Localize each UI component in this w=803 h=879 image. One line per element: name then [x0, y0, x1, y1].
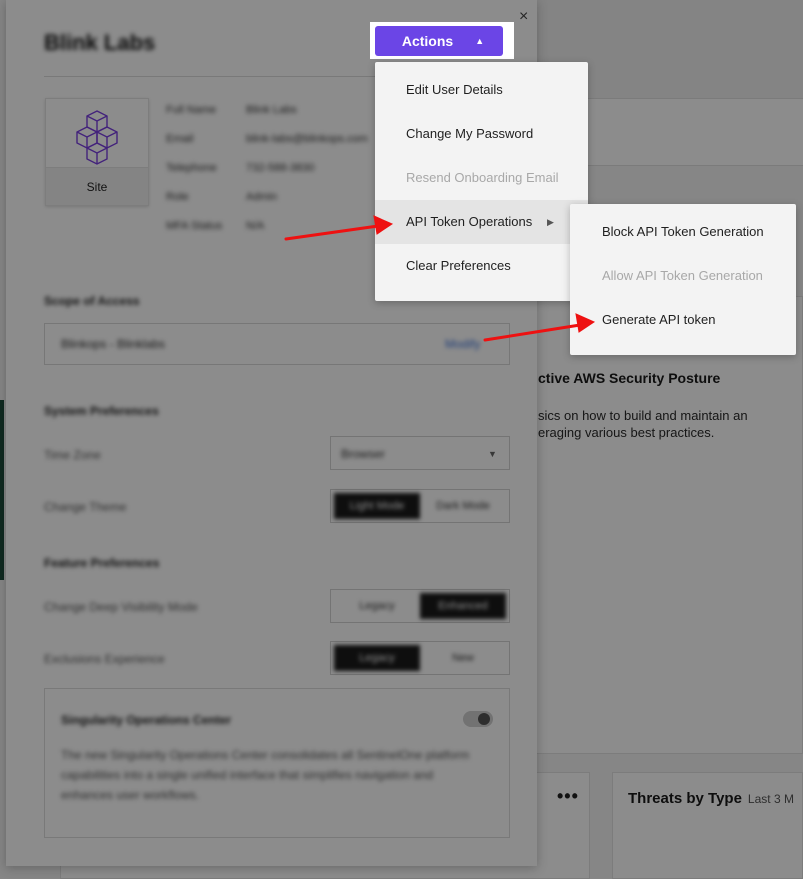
menu-item-resend-onboarding[interactable]: Resend Onboarding Email — [375, 156, 588, 200]
menu-item-change-password[interactable]: Change My Password — [375, 112, 588, 156]
menu-item-clear-preferences[interactable]: Clear Preferences — [375, 244, 588, 288]
menu-item-label: API Token Operations — [406, 214, 533, 229]
submenu-item-block-token[interactable]: Block API Token Generation — [570, 210, 796, 254]
submenu-item-allow-token[interactable]: Allow API Token Generation — [570, 254, 796, 298]
submenu-item-generate-token[interactable]: Generate API token — [570, 298, 796, 342]
menu-item-edit-user-details[interactable]: Edit User Details — [375, 68, 588, 112]
menu-item-api-token-operations[interactable]: API Token Operations ▶ — [375, 200, 588, 244]
caret-right-icon: ▶ — [547, 217, 554, 227]
actions-button[interactable]: Actions ▲ — [375, 26, 503, 56]
actions-menu: Edit User Details Change My Password Res… — [375, 62, 588, 301]
caret-up-icon: ▲ — [475, 35, 485, 46]
actions-label: Actions — [401, 33, 454, 49]
api-token-submenu: Block API Token Generation Allow API Tok… — [570, 204, 796, 355]
